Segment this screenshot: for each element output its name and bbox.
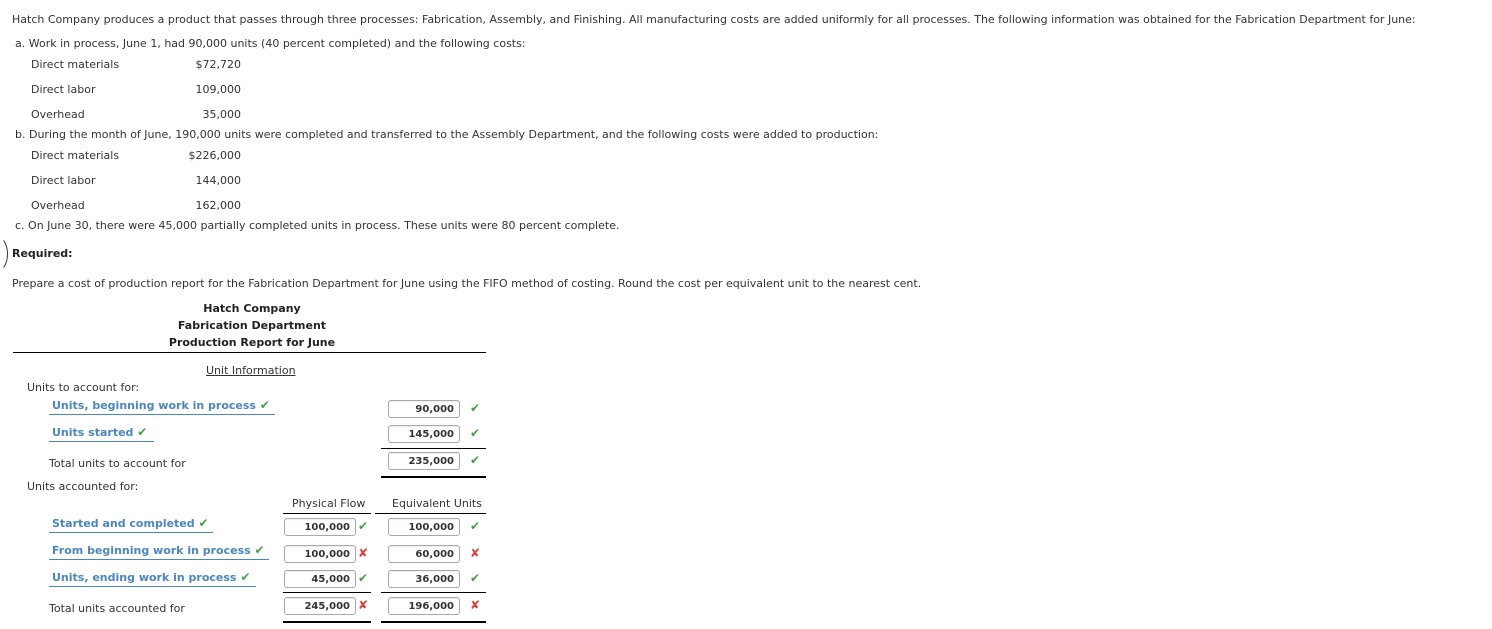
column-physical-flow: Physical Flow xyxy=(292,497,366,510)
part-b-value-2: 162,000 xyxy=(195,199,242,212)
column-divider-equivalent xyxy=(375,513,486,514)
select-units-started[interactable]: Units started ✔ xyxy=(49,425,154,442)
from-beginning-wip-equivalent-input[interactable] xyxy=(388,545,460,563)
select-label: From beginning work in process xyxy=(52,544,251,557)
check-icon: ✔ xyxy=(358,571,369,585)
check-icon: ✔ xyxy=(198,516,209,530)
total-units-accounted-label: Total units accounted for xyxy=(49,602,185,615)
column-equivalent-units: Equivalent Units xyxy=(392,497,482,510)
part-a-label-2: Overhead xyxy=(31,108,85,121)
x-icon: ✘ xyxy=(358,546,369,560)
select-label: Units started xyxy=(52,426,134,439)
subtotal-line-equivalent xyxy=(381,592,486,593)
problem-intro: Hatch Company produces a product that pa… xyxy=(12,13,1416,26)
x-icon: ✘ xyxy=(470,546,481,560)
total-accounted-physical-input[interactable] xyxy=(284,597,356,615)
unit-information-label: Unit Information xyxy=(206,364,296,377)
from-beginning-wip-physical-input[interactable] xyxy=(284,545,356,563)
part-a-label-1: Direct labor xyxy=(31,83,96,96)
select-label: Units, ending work in process xyxy=(52,571,237,584)
x-icon: ✘ xyxy=(358,598,369,612)
units-ending-wip-equivalent-input[interactable] xyxy=(388,570,460,588)
select-from-beginning-wip[interactable]: From beginning work in process ✔ xyxy=(49,543,269,560)
subtotal-line-physical xyxy=(283,592,371,593)
part-c-text: c. On June 30, there were 45,000 partial… xyxy=(15,219,620,232)
column-divider-physical xyxy=(283,513,371,514)
started-completed-equivalent-input[interactable] xyxy=(388,518,460,536)
part-b-value-0: $226,000 xyxy=(188,149,242,162)
part-b-label-0: Direct materials xyxy=(31,149,120,162)
check-icon: ✔ xyxy=(470,519,481,533)
select-label: Units, beginning work in process xyxy=(52,399,256,412)
report-department: Fabrication Department xyxy=(177,319,327,332)
part-b-text: b. During the month of June, 190,000 uni… xyxy=(15,128,879,141)
total-accounted-equivalent-input[interactable] xyxy=(388,597,460,615)
check-icon: ✔ xyxy=(470,401,481,415)
part-a-label-0: Direct materials xyxy=(31,58,120,71)
part-a-value-1: 109,000 xyxy=(195,83,242,96)
total-double-line xyxy=(381,476,486,478)
check-icon: ✔ xyxy=(470,571,481,585)
part-a-text: a. Work in process, June 1, had 90,000 u… xyxy=(15,37,526,50)
select-units-beginning-wip[interactable]: Units, beginning work in process ✔ xyxy=(49,398,275,415)
check-icon: ✔ xyxy=(259,398,270,412)
report-company: Hatch Company xyxy=(203,302,301,315)
report-title: Production Report for June xyxy=(168,336,336,349)
units-beginning-wip-input[interactable] xyxy=(388,400,460,418)
part-b-label-2: Overhead xyxy=(31,199,85,212)
total-double-line-equivalent xyxy=(381,621,486,623)
part-a-value-0: $72,720 xyxy=(195,58,242,71)
check-icon: ✔ xyxy=(137,425,148,439)
section-bracket xyxy=(0,236,8,272)
check-icon: ✔ xyxy=(254,543,265,557)
units-accounted-heading: Units accounted for: xyxy=(27,480,139,493)
required-heading: Required: xyxy=(12,247,73,260)
part-b-value-1: 144,000 xyxy=(195,174,242,187)
units-started-input[interactable] xyxy=(388,425,460,443)
instructions: Prepare a cost of production report for … xyxy=(12,277,922,290)
total-double-line-physical xyxy=(283,621,371,623)
part-a-value-2: 35,000 xyxy=(202,108,242,121)
check-icon: ✔ xyxy=(358,519,369,533)
x-icon: ✘ xyxy=(470,598,481,612)
check-icon: ✔ xyxy=(470,426,481,440)
header-divider xyxy=(13,352,486,353)
check-icon: ✔ xyxy=(240,570,251,584)
select-units-ending-wip[interactable]: Units, ending work in process ✔ xyxy=(49,570,256,587)
check-icon: ✔ xyxy=(470,453,481,467)
subtotal-line xyxy=(381,448,486,449)
units-to-account-heading: Units to account for: xyxy=(27,381,140,394)
total-units-to-account-input[interactable] xyxy=(388,452,460,470)
select-started-and-completed[interactable]: Started and completed ✔ xyxy=(49,516,213,533)
started-completed-physical-input[interactable] xyxy=(284,518,356,536)
part-b-label-1: Direct labor xyxy=(31,174,96,187)
select-label: Started and completed xyxy=(52,517,195,530)
total-units-to-account-label: Total units to account for xyxy=(49,457,186,470)
units-ending-wip-physical-input[interactable] xyxy=(284,570,356,588)
